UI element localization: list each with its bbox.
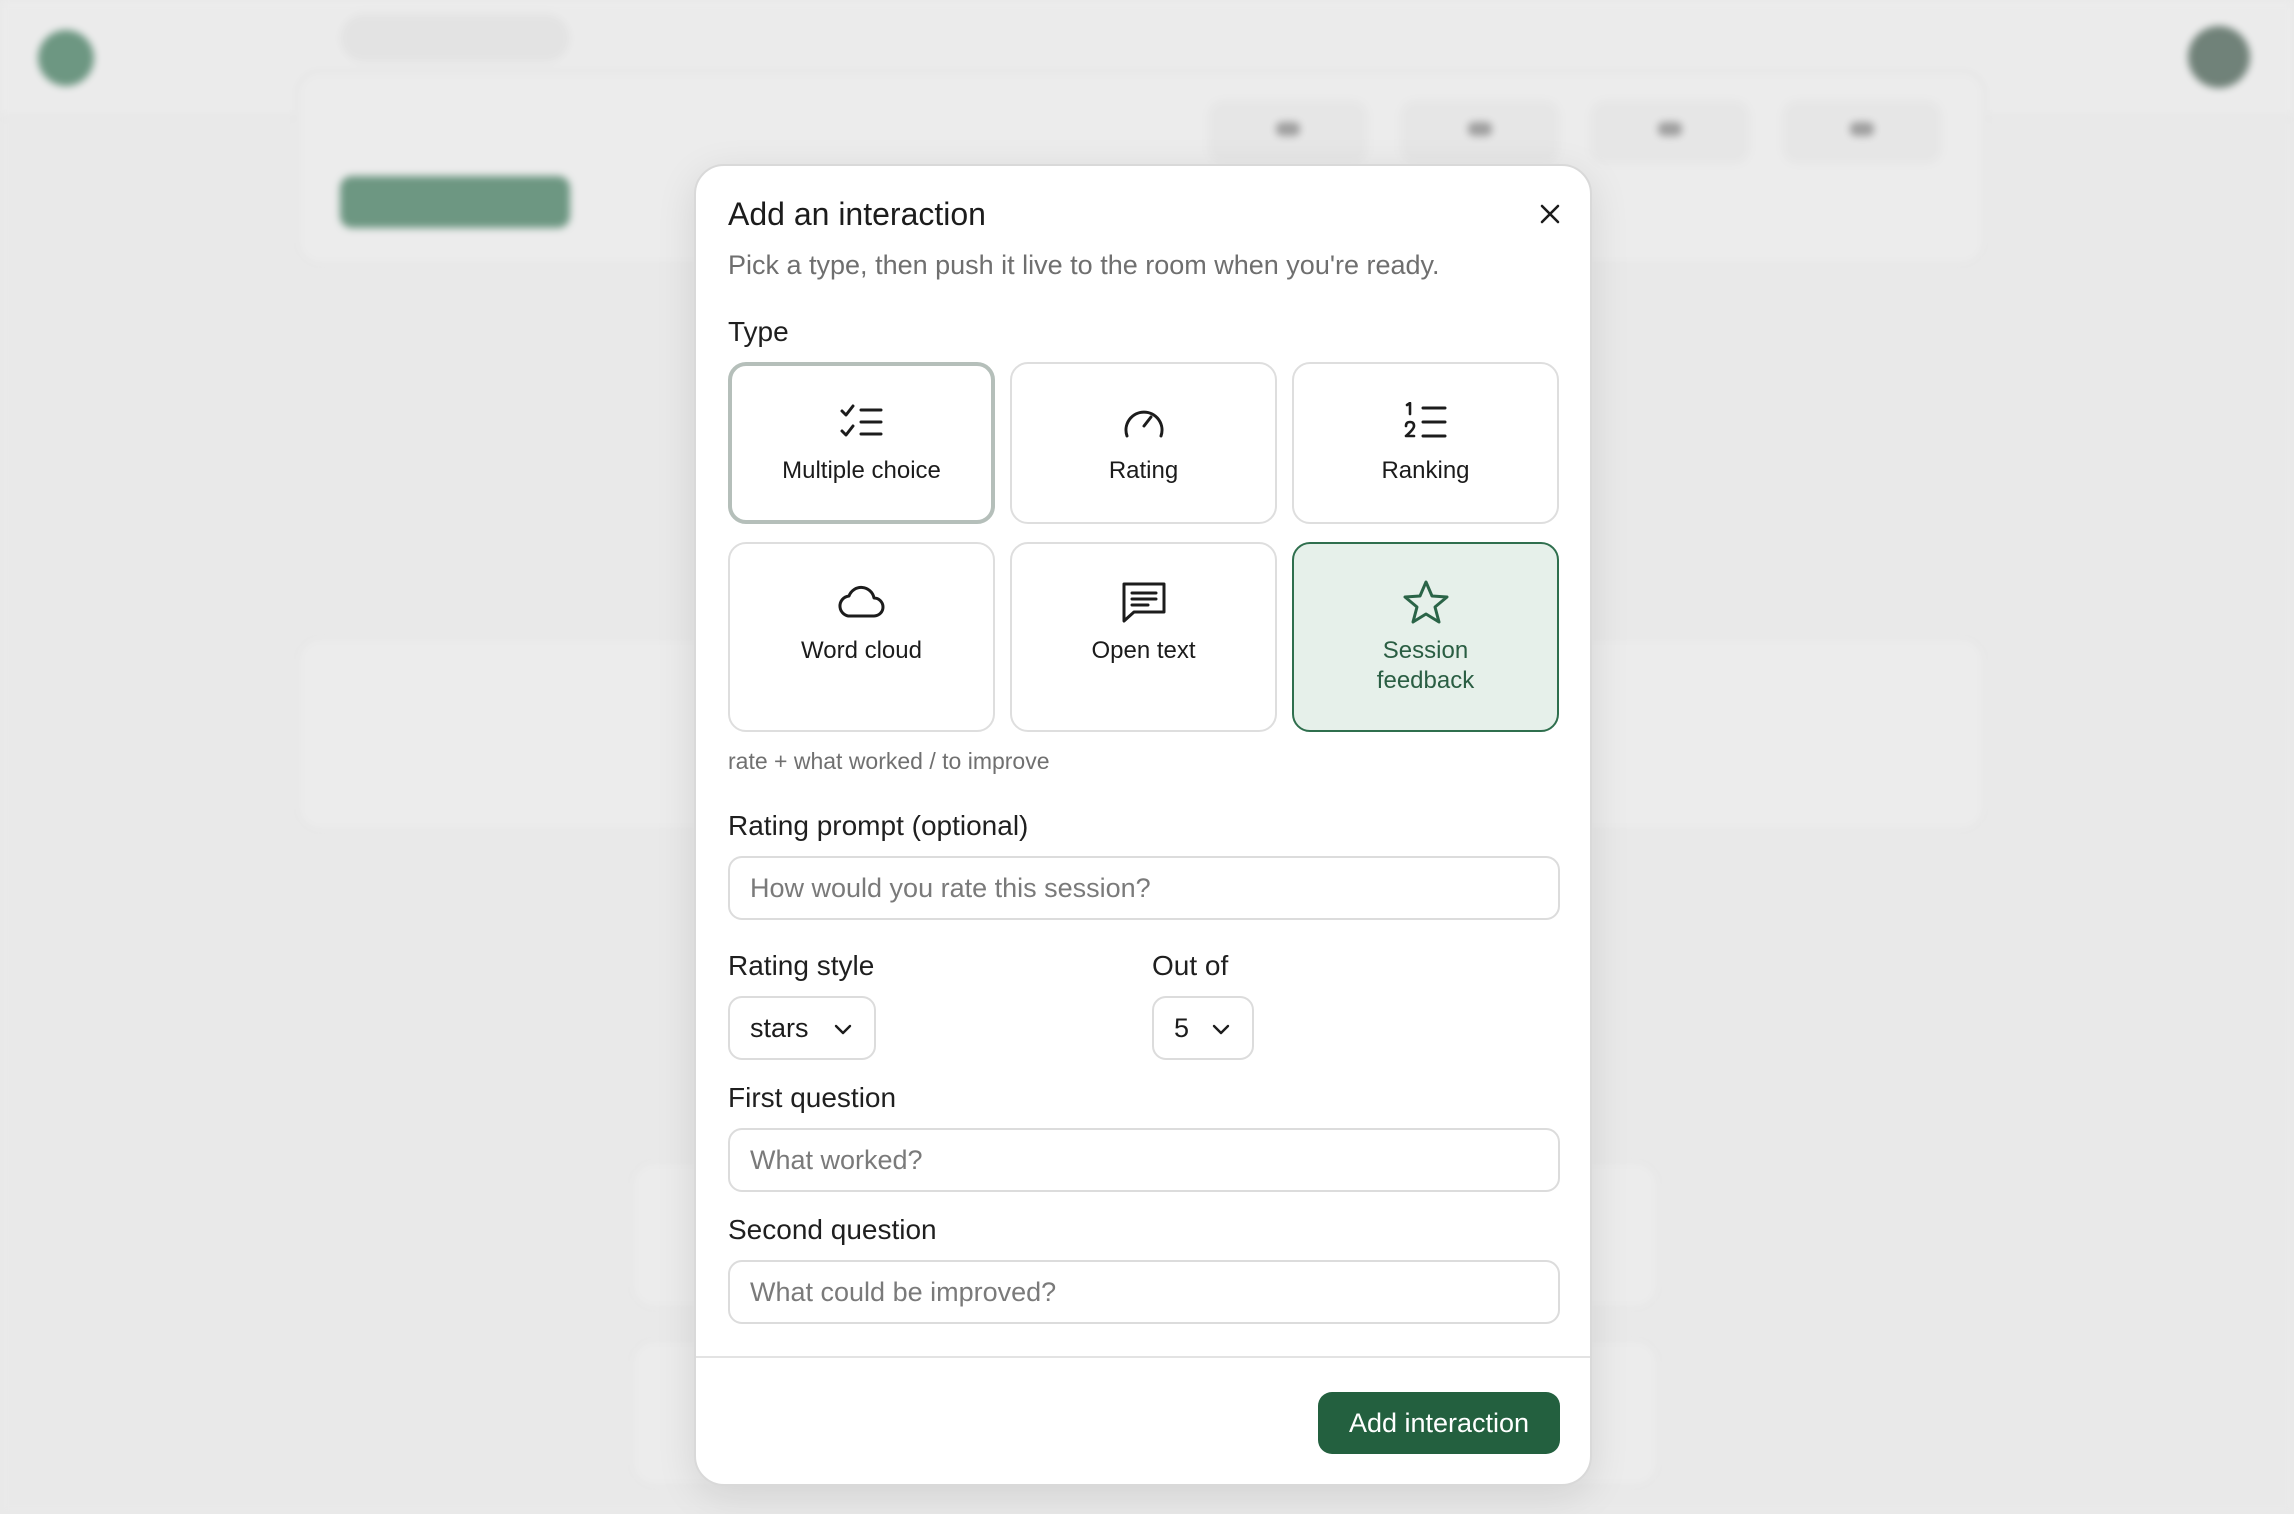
type-option-label: Word cloud	[801, 637, 922, 664]
out-of-select[interactable]: 5	[1152, 996, 1254, 1060]
rating-prompt-input[interactable]	[728, 856, 1560, 920]
ordered-list-icon	[1404, 402, 1446, 438]
add-interaction-button[interactable]: Add interaction	[1318, 1392, 1560, 1454]
type-option-open-text[interactable]: Open text	[1010, 542, 1277, 732]
close-button[interactable]	[1528, 192, 1572, 236]
chevron-down-icon	[834, 1024, 852, 1035]
message-text-icon	[1122, 582, 1165, 623]
rating-style-label: Rating style	[728, 950, 875, 981]
list-checks-icon	[840, 404, 882, 437]
add-interaction-dialog: Add an interaction Pick a type, then pus…	[694, 164, 1592, 1486]
second-question-input[interactable]	[728, 1260, 1560, 1324]
type-option-session-feedback[interactable]: Session feedback	[1292, 542, 1559, 732]
out-of-value: 5	[1174, 1012, 1190, 1043]
dialog-subtitle: Pick a type, then push it live to the ro…	[728, 250, 1440, 280]
type-option-label: Rating	[1108, 457, 1179, 484]
gauge-icon	[1124, 410, 1163, 438]
rating-style-value: stars	[750, 1012, 809, 1043]
out-of-label: Out of	[1152, 950, 1229, 981]
footer-divider	[696, 1356, 1590, 1358]
first-question-label: First question	[728, 1082, 897, 1113]
chevron-down-icon	[1212, 1024, 1230, 1035]
second-question-label: Second question	[728, 1214, 937, 1245]
rating-prompt-label: Rating prompt (optional)	[728, 810, 1029, 841]
rating-style-select[interactable]: stars	[728, 996, 876, 1060]
type-option-word-cloud[interactable]: Word cloud	[728, 542, 995, 732]
close-icon	[1540, 204, 1560, 224]
type-option-label: Session feedback	[1376, 637, 1475, 694]
type-option-label: Open text	[1091, 637, 1196, 664]
type-option-rating[interactable]: Rating	[1010, 362, 1277, 524]
cloud-icon	[838, 585, 884, 618]
type-hint: rate + what worked / to improve	[728, 748, 1050, 774]
type-option-label: Multiple choice	[782, 457, 941, 484]
star-icon	[1403, 580, 1448, 624]
dialog-title: Add an interaction	[728, 196, 986, 232]
type-option-ranking[interactable]: Ranking	[1292, 362, 1559, 524]
type-option-label: Ranking	[1381, 457, 1470, 484]
type-label: Type	[728, 316, 789, 347]
type-option-multiple-choice[interactable]: Multiple choice	[728, 362, 995, 524]
first-question-input[interactable]	[728, 1128, 1560, 1192]
